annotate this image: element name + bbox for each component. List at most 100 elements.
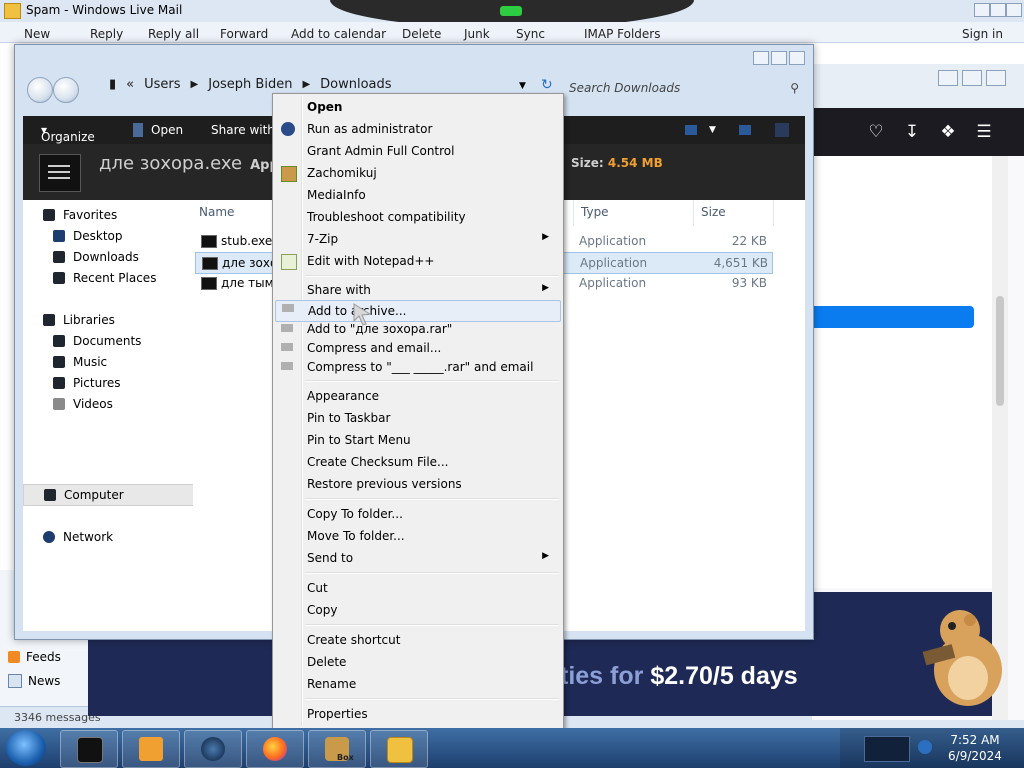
nav-music[interactable]: Music: [53, 355, 107, 369]
close-button[interactable]: [1006, 3, 1022, 17]
nav-libraries[interactable]: Libraries: [43, 313, 115, 327]
address-dropdown-icon[interactable]: ▼: [519, 81, 526, 91]
close-button[interactable]: [986, 70, 1006, 86]
minimize-button[interactable]: [753, 51, 769, 65]
menu-item-delete[interactable]: Delete: [275, 651, 559, 673]
nav-network[interactable]: Network: [43, 530, 113, 544]
menu-item-cut[interactable]: Cut: [275, 577, 559, 599]
sync-button[interactable]: Sync: [516, 27, 545, 41]
nav-downloads[interactable]: Downloads: [53, 250, 139, 264]
menu-item-notepadpp[interactable]: Edit with Notepad++: [275, 250, 559, 272]
breadcrumb-downloads[interactable]: Downloads: [320, 77, 391, 92]
open-button[interactable]: Open: [151, 123, 183, 137]
menu-item-create-shortcut[interactable]: Create shortcut: [275, 629, 559, 651]
pocket-icon[interactable]: ♡: [864, 120, 888, 144]
folder-news[interactable]: News: [8, 674, 60, 688]
menu-item-pin-taskbar[interactable]: Pin to Taskbar: [275, 407, 559, 429]
share-with-button[interactable]: Share with: [211, 123, 275, 137]
reply-button[interactable]: Reply: [90, 27, 123, 41]
menu-item-7zip[interactable]: 7-Zip ▶: [275, 228, 559, 250]
sign-in-link[interactable]: Sign in: [962, 27, 1003, 41]
close-button[interactable]: [789, 51, 805, 65]
menu-item-create-checksum[interactable]: Create Checksum File...: [275, 451, 559, 473]
menu-item-restore-versions[interactable]: Restore previous versions: [275, 473, 559, 495]
restore-button[interactable]: [962, 70, 982, 86]
network-tray-icon[interactable]: [918, 740, 932, 754]
scrollbar-thumb[interactable]: [996, 296, 1004, 406]
search-icon[interactable]: ⚲: [790, 77, 799, 99]
menu-item-appearance[interactable]: Appearance: [275, 385, 559, 407]
start-button[interactable]: [6, 730, 46, 766]
menu-item-grant-admin[interactable]: Grant Admin Full Control: [275, 140, 559, 162]
taskbar-app[interactable]: [184, 730, 242, 768]
preview-pane-icon[interactable]: [739, 125, 751, 135]
back-button[interactable]: [27, 77, 53, 103]
column-divider[interactable]: [573, 200, 574, 226]
nav-documents[interactable]: Documents: [53, 334, 141, 348]
menu-item-open[interactable]: Open: [275, 96, 559, 118]
extensions-icon[interactable]: ❖: [936, 120, 960, 144]
breadcrumb-separator-icon[interactable]: ▶: [191, 79, 199, 90]
column-name[interactable]: Name: [199, 205, 234, 219]
menu-item-copy-to-folder[interactable]: Copy To folder...: [275, 503, 559, 525]
menu-item-zachomikuj[interactable]: Zachomikuj: [275, 162, 559, 184]
tray-app-icon[interactable]: [864, 736, 910, 762]
clock[interactable]: 7:52 AM 6/9/2024: [940, 732, 1010, 764]
menu-item-mediainfo[interactable]: MediaInfo: [275, 184, 559, 206]
new-button[interactable]: New: [24, 27, 50, 41]
menu-item-compress-to-rar-email[interactable]: Compress to "___ _____.rar" and email: [275, 358, 559, 377]
forward-button[interactable]: [53, 77, 79, 103]
menu-item-run-as-administrator[interactable]: Run as administrator: [275, 118, 559, 140]
menu-item-share-with[interactable]: Share with ▶: [275, 279, 559, 301]
nav-computer[interactable]: Computer: [23, 484, 201, 506]
nav-pictures[interactable]: Pictures: [53, 376, 121, 390]
forward-button[interactable]: Forward: [220, 27, 268, 41]
restore-button[interactable]: [990, 3, 1006, 17]
nav-videos[interactable]: Videos: [53, 397, 113, 411]
menu-item-copy[interactable]: Copy: [275, 599, 559, 621]
taskbar-firefox[interactable]: [246, 730, 304, 768]
menu-item-rename[interactable]: Rename: [275, 673, 559, 695]
menu-item-properties[interactable]: Properties: [275, 703, 559, 725]
column-size[interactable]: Size: [701, 205, 726, 219]
reply-all-button[interactable]: Reply all: [148, 27, 199, 41]
menu-item-add-to-archive[interactable]: Add to archive...: [275, 300, 561, 322]
menu-item-pin-start[interactable]: Pin to Start Menu: [275, 429, 559, 451]
breadcrumb-user[interactable]: Joseph Biden: [208, 77, 292, 92]
menu-item-add-to-rar[interactable]: Add to "дле зохора.rar": [275, 320, 559, 339]
add-to-calendar-button[interactable]: Add to calendar: [291, 27, 386, 41]
taskbar-box[interactable]: Box: [308, 730, 366, 768]
overflow-chevron-icon[interactable]: «: [126, 77, 134, 92]
taskbar-explorer[interactable]: [60, 730, 118, 768]
delete-button[interactable]: Delete: [402, 27, 441, 41]
nav-favorites[interactable]: Favorites: [43, 208, 117, 222]
menu-icon[interactable]: ☰: [972, 120, 996, 144]
help-icon[interactable]: [775, 123, 789, 137]
views-icon[interactable]: [685, 125, 697, 135]
column-divider[interactable]: [693, 200, 694, 226]
column-type[interactable]: Type: [581, 205, 609, 219]
search-input[interactable]: Search Downloads ⚲: [569, 77, 809, 99]
folder-feeds[interactable]: Feeds: [8, 650, 61, 664]
minimize-button[interactable]: [974, 3, 990, 17]
menu-item-compress-email[interactable]: Compress and email...: [275, 339, 559, 358]
taskbar-media-player[interactable]: [122, 730, 180, 768]
refresh-icon[interactable]: ↻: [541, 77, 553, 93]
maximize-button[interactable]: [771, 51, 787, 65]
minimize-button[interactable]: [938, 70, 958, 86]
junk-button[interactable]: Junk: [464, 27, 490, 41]
menu-item-move-to-folder[interactable]: Move To folder...: [275, 525, 559, 547]
views-dropdown-icon[interactable]: ▼: [709, 125, 716, 135]
download-icon[interactable]: ↧: [900, 120, 924, 144]
nav-recent-places[interactable]: Recent Places: [53, 271, 156, 285]
menu-item-send-to[interactable]: Send to ▶: [275, 547, 559, 569]
breadcrumb-users[interactable]: Users: [144, 77, 180, 92]
breadcrumb[interactable]: ▮ « Users ▶ Joseph Biden ▶ Downloads: [109, 77, 392, 92]
imap-folders-button[interactable]: IMAP Folders: [584, 27, 661, 41]
breadcrumb-separator-icon[interactable]: ▶: [302, 79, 310, 90]
nav-desktop[interactable]: Desktop: [53, 229, 123, 243]
organize-button[interactable]: Organize ▾: [41, 123, 95, 144]
page-button[interactable]: [812, 306, 974, 328]
taskbar-mail[interactable]: [370, 730, 428, 768]
column-divider[interactable]: [773, 200, 774, 226]
